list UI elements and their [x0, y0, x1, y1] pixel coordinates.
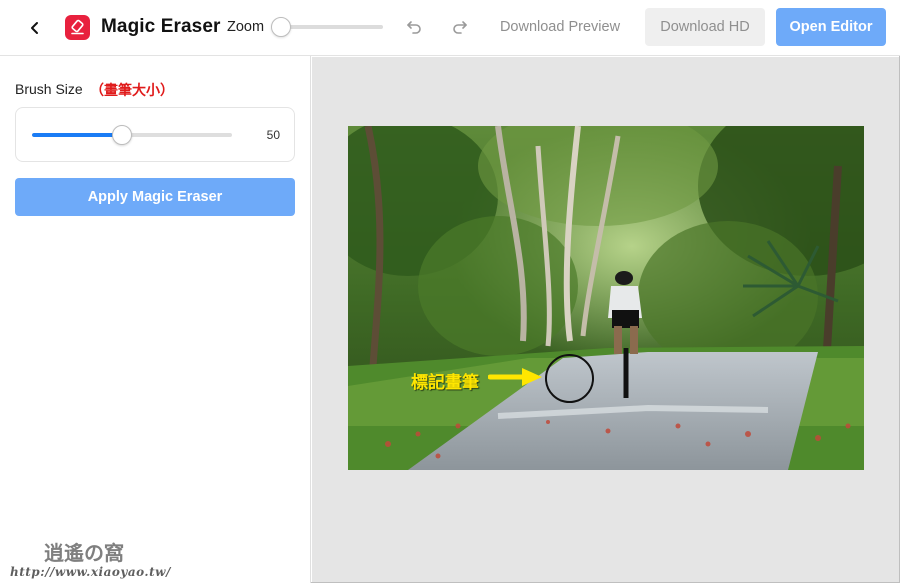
undo-icon: [407, 21, 421, 34]
photo-canvas[interactable]: [348, 126, 864, 470]
settings-sidebar: Brush Size （畫筆大小） 50 Apply Magic Eraser: [0, 56, 311, 583]
open-editor-button[interactable]: Open Editor: [776, 8, 886, 46]
back-button[interactable]: [22, 15, 48, 41]
redo-icon: [453, 21, 467, 34]
watermark-title: 逍遙の窩: [44, 541, 124, 565]
watermark-url: http://www.xiaoyao.tw/: [10, 565, 171, 579]
redo-button[interactable]: [449, 16, 471, 38]
magic-eraser-logo-icon: [65, 15, 90, 40]
brush-marker-annotation: 標記畫筆: [411, 373, 479, 392]
forest-path-photo: [348, 126, 864, 470]
zoom-label: Zoom: [227, 19, 265, 35]
brush-size-label: Brush Size: [15, 81, 83, 97]
top-toolbar: Magic Eraser Zoom Download Preview Downl…: [0, 0, 900, 56]
brush-size-annotation: （畫筆大小）: [90, 82, 174, 98]
download-hd-button[interactable]: Download HD: [645, 8, 765, 46]
brush-size-slider-thumb[interactable]: [112, 125, 132, 145]
brush-size-value: 50: [266, 128, 280, 142]
undo-button[interactable]: [403, 16, 425, 38]
app-title: Magic Eraser: [101, 16, 221, 37]
annotation-arrow-icon: [488, 368, 542, 386]
site-watermark: 逍遙の窩 http://www.xiaoyao.tw/: [4, 537, 174, 581]
brush-size-card: 50: [15, 107, 295, 162]
brush-cursor-circle[interactable]: [545, 354, 594, 403]
brush-size-slider-track[interactable]: [32, 133, 232, 137]
apply-magic-eraser-button[interactable]: Apply Magic Eraser: [15, 178, 295, 216]
brush-size-slider-fill: [32, 133, 122, 137]
chevron-left-icon: [31, 22, 38, 34]
zoom-slider-thumb[interactable]: [271, 17, 291, 37]
download-preview-button[interactable]: Download Preview: [488, 8, 632, 46]
zoom-slider-track[interactable]: [280, 25, 383, 29]
